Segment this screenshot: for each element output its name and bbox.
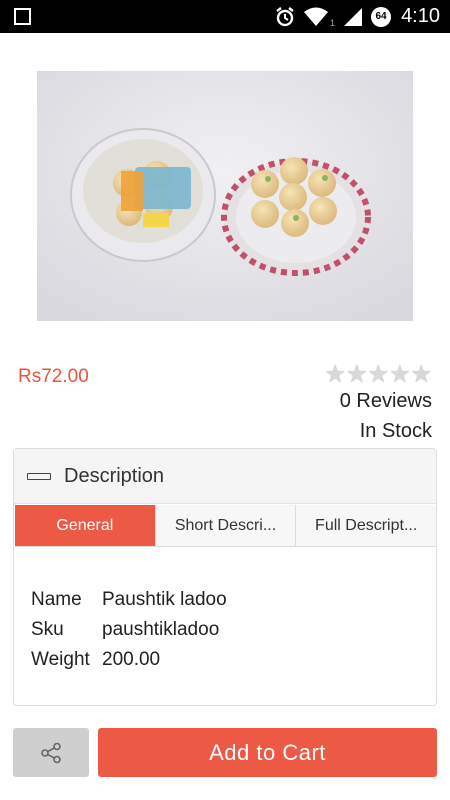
info-row-weight: Weight 200.00 (31, 645, 227, 675)
tab-full-description[interactable]: Full Descript... (296, 505, 437, 546)
status-bar: 1 64 4:10 (0, 0, 450, 33)
description-tabs: General Short Descri... Full Descript... (15, 505, 437, 547)
tab-general[interactable]: General (15, 505, 156, 546)
info-key: Weight (31, 649, 90, 670)
description-title: Description (64, 465, 165, 487)
signal-icon (344, 7, 363, 26)
star-icon[interactable]: ★ (346, 363, 368, 387)
add-to-cart-button[interactable]: Add to Cart (98, 728, 437, 777)
star-icon[interactable]: ★ (410, 363, 432, 387)
notification-square-icon (14, 8, 31, 25)
share-icon (41, 742, 61, 763)
collapse-icon[interactable] (27, 473, 51, 480)
star-icon[interactable]: ★ (367, 363, 389, 387)
share-button[interactable] (13, 728, 89, 777)
star-icon[interactable]: ★ (324, 363, 346, 387)
product-image[interactable] (37, 71, 413, 321)
general-info: Name Paushtik ladoo Sku paushtikladoo We… (31, 585, 227, 675)
info-key: Name (31, 589, 82, 610)
battery-icon: 64 (371, 6, 392, 27)
status-time: 4:10 (401, 5, 440, 27)
description-header[interactable]: Description (14, 449, 436, 504)
info-row-sku: Sku paushtikladoo (31, 615, 227, 645)
stock-status: In Stock (359, 420, 432, 442)
reviews-count[interactable]: 0 Reviews (340, 390, 432, 413)
product-price: Rs72.00 (18, 366, 89, 387)
info-value: 200.00 (102, 649, 161, 670)
rating-stars[interactable]: ★ ★ ★ ★ ★ (324, 363, 432, 387)
description-panel: Description General Short Descri... Full… (13, 448, 437, 706)
info-row-name: Name Paushtik ladoo (31, 585, 227, 615)
star-icon[interactable]: ★ (389, 363, 411, 387)
product-photo (37, 71, 413, 321)
signal-sub-label: 1 (330, 17, 336, 28)
info-key: Sku (31, 619, 64, 640)
info-value: paushtikladoo (102, 619, 220, 640)
tab-short-description[interactable]: Short Descri... (155, 505, 297, 546)
info-value: Paushtik ladoo (102, 589, 227, 610)
wifi-icon (304, 7, 329, 26)
alarm-icon (276, 6, 294, 26)
